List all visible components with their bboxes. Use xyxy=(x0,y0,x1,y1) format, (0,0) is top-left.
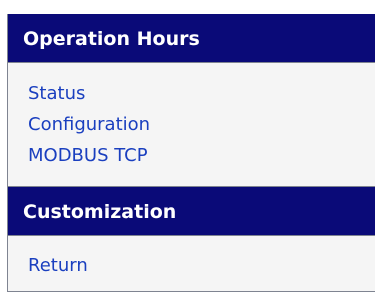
section-header-operation-hours: Operation Hours xyxy=(8,14,375,63)
link-configuration[interactable]: Configuration xyxy=(28,109,375,140)
navigation-menu: Operation Hours Status Configuration MOD… xyxy=(7,14,375,292)
section-header-customization: Customization xyxy=(8,187,375,236)
customization-links: Return xyxy=(8,236,375,292)
link-return[interactable]: Return xyxy=(28,250,375,281)
link-modbus-tcp[interactable]: MODBUS TCP xyxy=(28,140,375,171)
link-status[interactable]: Status xyxy=(28,78,375,109)
operation-hours-links: Status Configuration MODBUS TCP xyxy=(8,63,375,187)
